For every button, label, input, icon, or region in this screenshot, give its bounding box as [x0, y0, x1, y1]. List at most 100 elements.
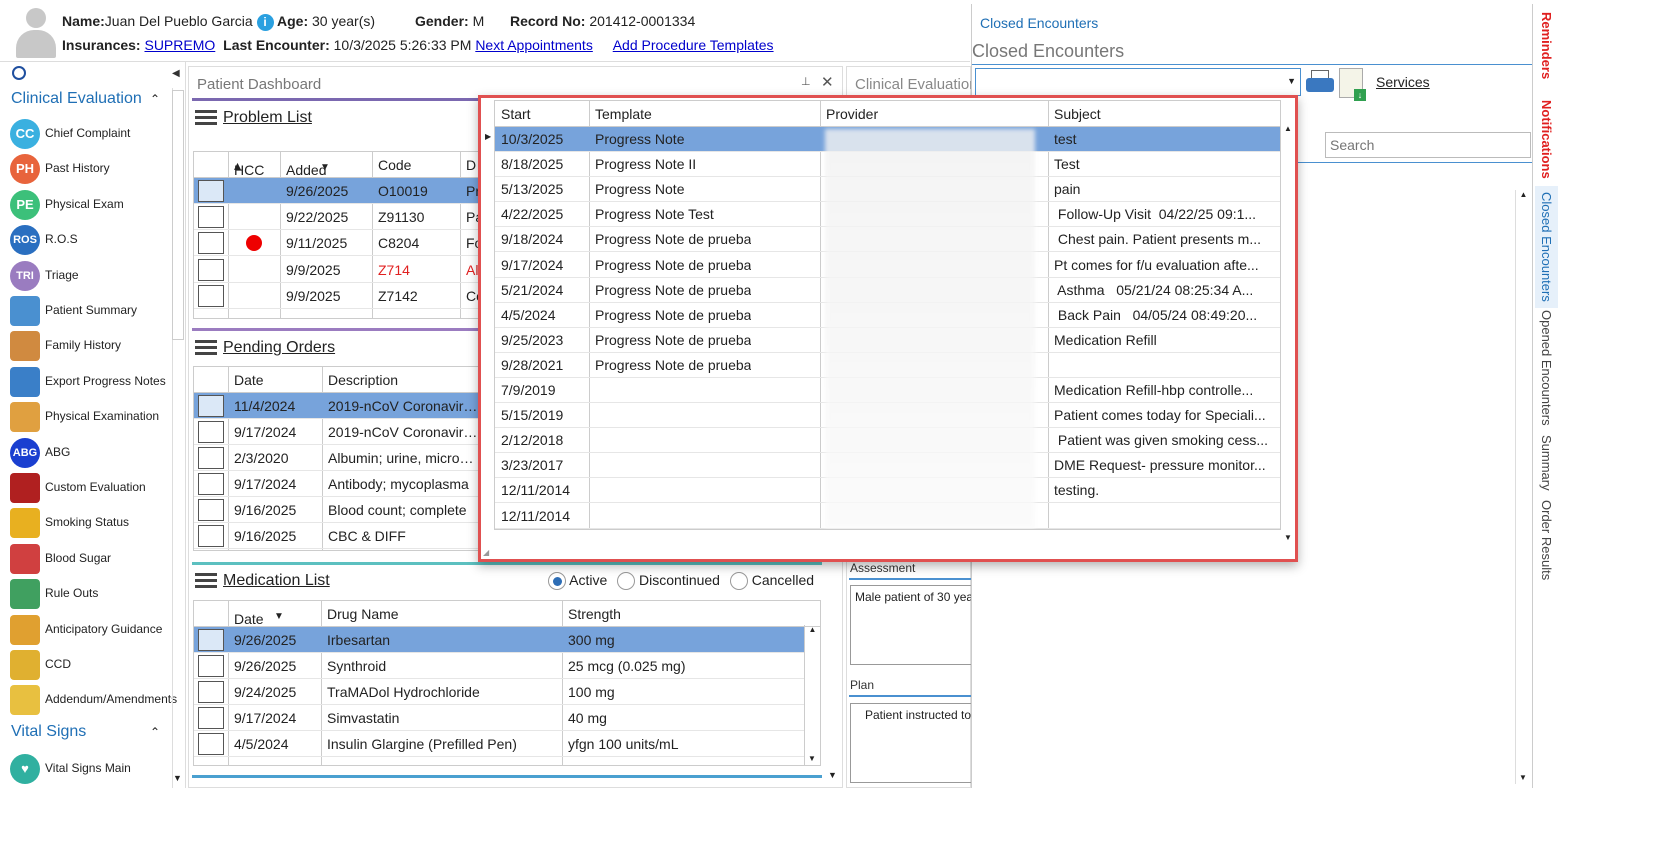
table-row[interactable]: 9/26/2025 Irbesartan 300 mg — [194, 627, 804, 653]
menu-icon[interactable] — [195, 110, 217, 126]
closed-encounters-link[interactable]: Closed Encounters — [980, 15, 1098, 31]
col-start[interactable]: Start — [501, 106, 531, 122]
scroll-down-icon[interactable]: ▼ — [828, 770, 837, 780]
table-row[interactable]: 9/9/2025 Z714 Al — [194, 257, 482, 283]
row-checkbox[interactable] — [198, 733, 224, 755]
table-row[interactable]: 9/16/2025 Blood count; complete — [194, 497, 482, 523]
menu-icon[interactable] — [195, 573, 217, 589]
col-desc[interactable]: D — [466, 157, 476, 173]
close-icon[interactable]: ✕ — [821, 73, 834, 91]
row-checkbox[interactable] — [198, 499, 224, 521]
table-row[interactable]: 2/3/2020 Albumin; urine, microalbumin — [194, 445, 482, 471]
sidebar-item-addendum-amendments[interactable]: Addendum/Amendments — [10, 683, 180, 719]
sidebar-item-abg[interactable]: ABG ABG — [10, 436, 180, 472]
plan-textbox[interactable]: Patient instructed to — [850, 703, 972, 783]
sidebar-item-custom-evaluation[interactable]: Custom Evaluation — [10, 471, 180, 507]
row-checkbox[interactable] — [198, 258, 224, 281]
section-vital-signs[interactable]: Vital Signs — [11, 723, 86, 741]
sidebar-item-physical-examination[interactable]: Physical Examination — [10, 400, 180, 436]
table-row[interactable]: 9/17/2024 Antibody; mycoplasma — [194, 471, 482, 497]
sidebar-item-anticipatory-guidance[interactable]: Anticipatory Guidance — [10, 613, 180, 649]
row-checkbox[interactable] — [198, 473, 224, 495]
table-row[interactable]: 9/26/2025 Synthroid 25 mcg (0.025 mg) — [194, 653, 804, 679]
table-row[interactable]: 9/11/2025 C8204 Fo — [194, 230, 482, 257]
row-checkbox[interactable] — [198, 681, 224, 703]
insurance-link[interactable]: SUPREMO — [144, 37, 215, 53]
problem-list-title[interactable]: Problem List — [223, 109, 312, 127]
collapse-sidebar-icon[interactable]: ◀ — [172, 68, 180, 79]
col-template[interactable]: Template — [595, 106, 652, 122]
row-checkbox[interactable] — [198, 707, 224, 729]
table-row[interactable]: 9/9/2025 Z7142 Co — [194, 283, 482, 309]
scroll-down-icon[interactable]: ▼ — [173, 773, 182, 783]
chevron-up-icon[interactable]: ⌃ — [150, 725, 160, 739]
sidebar-item-r-o-s[interactable]: ROS R.O.S — [10, 223, 180, 259]
radio-active[interactable] — [548, 572, 566, 591]
table-row[interactable]: 4/5/2024 Insulin Glargine (Prefilled Pen)… — [194, 731, 804, 757]
sidebar-item-ccd[interactable]: CCD — [10, 648, 180, 684]
tab-notifications[interactable]: Notifications — [1539, 100, 1554, 179]
col-strength[interactable]: Strength — [568, 606, 621, 622]
printer-icon[interactable] — [1305, 68, 1335, 96]
search-input[interactable] — [1325, 132, 1531, 158]
sidebar-item-physical-exam[interactable]: PE Physical Exam — [10, 188, 180, 224]
tab-opened-encounters[interactable]: Opened Encounters — [1539, 310, 1554, 426]
row-checkbox[interactable] — [198, 232, 224, 255]
sidebar-item-vital-signs-main[interactable]: ♥ Vital Signs Main — [10, 752, 180, 788]
search-icon[interactable] — [12, 66, 26, 80]
tab-clinical-evaluation[interactable]: Clinical Evaluation — [855, 76, 978, 93]
sidebar-item-patient-summary[interactable]: Patient Summary — [10, 294, 180, 330]
radio-discontinued[interactable] — [617, 572, 636, 591]
row-checkbox[interactable] — [198, 655, 224, 677]
col-drug-name[interactable]: Drug Name — [327, 606, 399, 622]
info-icon[interactable]: i — [256, 14, 274, 31]
sidebar-item-past-history[interactable]: PH Past History — [10, 152, 180, 188]
table-row[interactable]: 9/24/2025 TraMADol Hydrochloride 100 mg — [194, 679, 804, 705]
chevron-up-icon[interactable]: ⌃ — [150, 92, 160, 106]
add-procedure-templates-link[interactable]: Add Procedure Templates — [613, 37, 774, 53]
dashboard-scrollbar[interactable] — [172, 90, 184, 340]
assessment-textbox[interactable]: Male patient of 30 year — [850, 585, 972, 665]
tab-patient-dashboard[interactable]: Patient Dashboard — [197, 76, 321, 93]
col-hcc[interactable]: HCC ▴ — [234, 157, 264, 178]
tab-reminders[interactable]: Reminders — [1539, 12, 1554, 79]
panel-scrollbar[interactable]: ▲ ▼ — [1515, 190, 1531, 784]
row-checkbox[interactable] — [198, 284, 224, 307]
radio-cancelled[interactable] — [729, 572, 748, 591]
pin-icon[interactable]: ⊥ — [801, 75, 811, 88]
table-row[interactable]: 9/22/2025 Z91130 Pa — [194, 204, 482, 231]
col-code[interactable]: Code — [378, 157, 411, 173]
table-row[interactable]: 9/16/2025 CBC & DIFF — [194, 523, 482, 549]
encounter-dropdown[interactable]: ▼ — [975, 68, 1301, 96]
export-document-icon[interactable]: ↓ — [1339, 68, 1366, 101]
sidebar-item-export-progress-notes[interactable]: Export Progress Notes — [10, 365, 180, 401]
sidebar-item-family-history[interactable]: Family History — [10, 329, 180, 365]
section-clinical-evaluation[interactable]: Clinical Evaluation — [11, 90, 142, 108]
row-checkbox[interactable] — [198, 447, 224, 469]
popup-scrollbar[interactable]: ▲ ▼ — [1281, 124, 1295, 544]
sidebar-item-rule-outs[interactable]: Rule Outs — [10, 577, 180, 613]
menu-icon[interactable] — [195, 340, 217, 356]
tab-summary[interactable]: Summary — [1539, 435, 1554, 491]
col-date[interactable]: Date — [234, 372, 264, 388]
resize-grip-icon[interactable]: ◢ — [483, 548, 489, 557]
sidebar-item-smoking-status[interactable]: Smoking Status — [10, 506, 180, 542]
row-checkbox[interactable] — [198, 180, 224, 202]
tab-closed-encounters[interactable]: Closed Encounters — [1535, 186, 1558, 308]
scrollbar[interactable]: ▲ ▼ — [804, 625, 820, 765]
table-row[interactable]: 9/17/2024 Simvastatin 40 mg — [194, 705, 804, 731]
col-subject[interactable]: Subject — [1054, 106, 1101, 122]
sidebar-item-triage[interactable]: TRI Triage — [10, 259, 180, 295]
sidebar-item-chief-complaint[interactable]: CC Chief Complaint — [10, 117, 180, 153]
col-description[interactable]: Description — [328, 372, 398, 388]
row-checkbox[interactable] — [198, 421, 224, 443]
next-appointments-link[interactable]: Next Appointments — [475, 37, 593, 53]
tab-order-results[interactable]: Order Results — [1539, 500, 1554, 580]
pending-orders-title[interactable]: Pending Orders — [223, 339, 335, 357]
table-row[interactable]: 9/26/2025 O10019 Pr — [194, 178, 482, 204]
services-link[interactable]: Services — [1376, 74, 1430, 90]
col-provider[interactable]: Provider — [826, 106, 878, 122]
sidebar-item-blood-sugar[interactable]: Blood Sugar — [10, 542, 180, 578]
medication-list-title[interactable]: Medication List — [223, 572, 330, 590]
table-row[interactable]: 11/4/2024 2019-nCoV Coronavirus — [194, 393, 482, 419]
